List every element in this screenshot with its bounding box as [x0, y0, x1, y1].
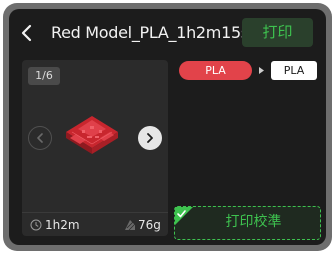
clock-icon: [30, 219, 42, 231]
print-button[interactable]: 打印: [242, 18, 313, 47]
filament-weight-icon: [125, 220, 136, 231]
back-button[interactable]: [17, 22, 35, 44]
print-calibration-toggle[interactable]: 打印校準: [174, 206, 321, 240]
model-preview-panel: 1/6 1h2m 76g: [22, 60, 168, 236]
chevron-left-icon: [37, 133, 43, 143]
model-filament-badge[interactable]: PLA: [179, 61, 252, 80]
model-thumbnail-image: [66, 116, 118, 154]
next-plate-button[interactable]: [138, 126, 162, 150]
chevron-left-icon: [21, 24, 31, 42]
print-time-value: 1h2m: [45, 218, 80, 232]
arrow-right-icon: [259, 67, 264, 74]
ams-filament-slot-button[interactable]: PLA: [271, 61, 317, 80]
plate-page-indicator: 1/6: [28, 67, 60, 85]
previous-plate-button[interactable]: [28, 126, 52, 150]
chevron-right-icon: [147, 133, 153, 143]
print-calibration-label: 打印校準: [225, 214, 282, 230]
page-title: Red Model_PLA_1h2m15s: [51, 23, 247, 42]
filament-weight-value: 76g: [138, 218, 161, 232]
print-preview-screen: Red Model_PLA_1h2m15s 打印 1/6 1h2m 76g PL…: [9, 9, 326, 245]
print-stats-bar: 1h2m 76g: [22, 212, 168, 236]
